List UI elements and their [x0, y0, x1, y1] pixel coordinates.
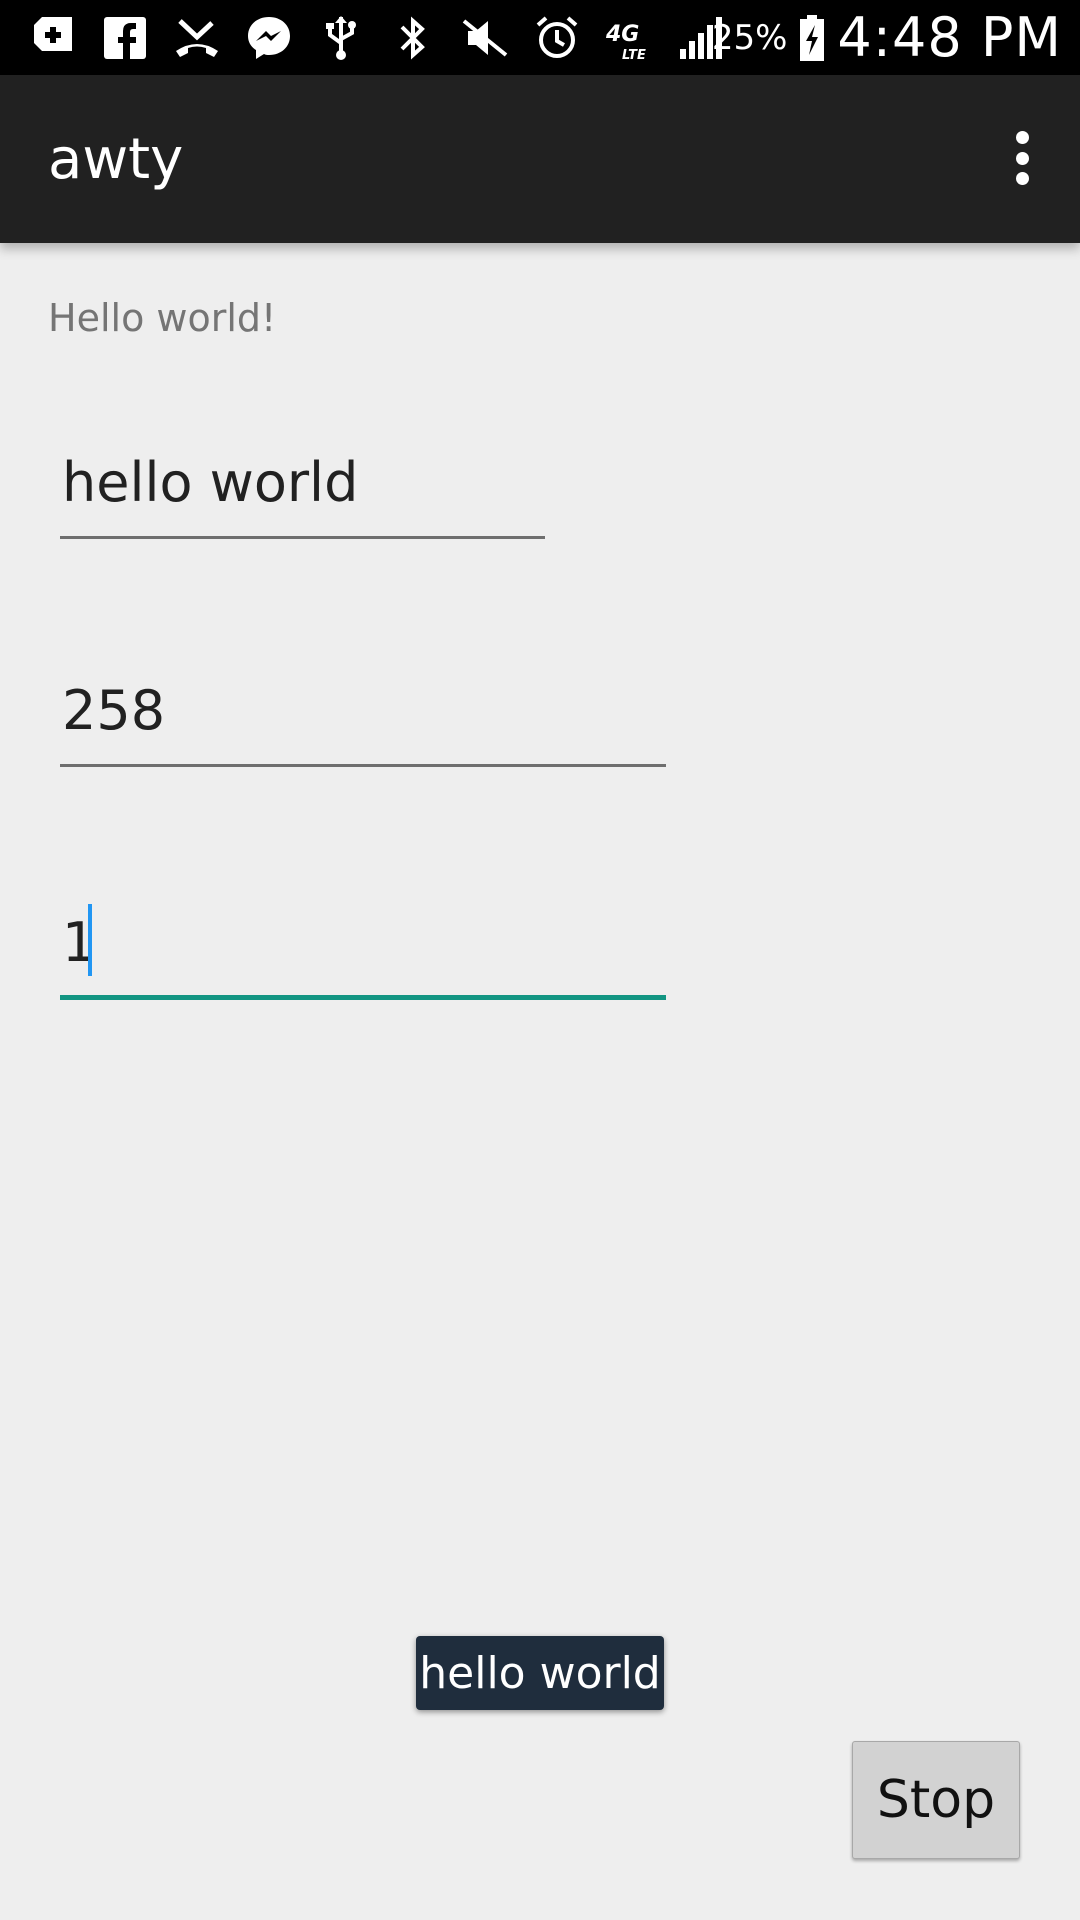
- clock: 4:48 PM: [837, 6, 1062, 69]
- overflow-dot: [1015, 172, 1029, 185]
- toast-message: hello world: [416, 1636, 664, 1710]
- status-right: 25% 4:48 PM: [712, 0, 1062, 75]
- phone-input[interactable]: [60, 668, 666, 752]
- svg-text:4G: 4G: [605, 22, 639, 47]
- battery-percentage: 25%: [711, 17, 788, 58]
- status-bar: 4G LTE 25% 4:48 PM: [0, 0, 1080, 75]
- bluetooth-icon: [388, 13, 438, 63]
- network-4g-lte-icon: 4G LTE: [604, 13, 654, 63]
- message-input-underline: [60, 536, 545, 539]
- text-cursor: [88, 904, 92, 976]
- interval-input[interactable]: [60, 900, 666, 984]
- messenger-icon: [244, 13, 294, 63]
- missed-call-icon: [172, 13, 222, 63]
- svg-text:LTE: LTE: [622, 48, 646, 63]
- usb-icon: [316, 13, 366, 63]
- overflow-dot: [1015, 151, 1029, 165]
- facebook-icon: [100, 13, 150, 63]
- status-icons: 4G LTE: [28, 8, 726, 68]
- app-title: awty: [48, 127, 184, 192]
- plus-box-icon: [28, 13, 78, 63]
- overflow-dot: [1015, 131, 1029, 144]
- mute-icon: [460, 13, 510, 63]
- app-bar: awty: [0, 75, 1080, 243]
- alarm-icon: [532, 13, 582, 63]
- phone-input-underline: [60, 764, 666, 767]
- battery-charging-icon: [797, 13, 827, 63]
- greeting-label: Hello world!: [48, 296, 277, 340]
- overflow-menu-icon[interactable]: [994, 125, 1050, 191]
- stop-button[interactable]: Stop: [852, 1741, 1020, 1859]
- message-input[interactable]: [60, 440, 545, 524]
- interval-input-underline: [60, 995, 666, 1000]
